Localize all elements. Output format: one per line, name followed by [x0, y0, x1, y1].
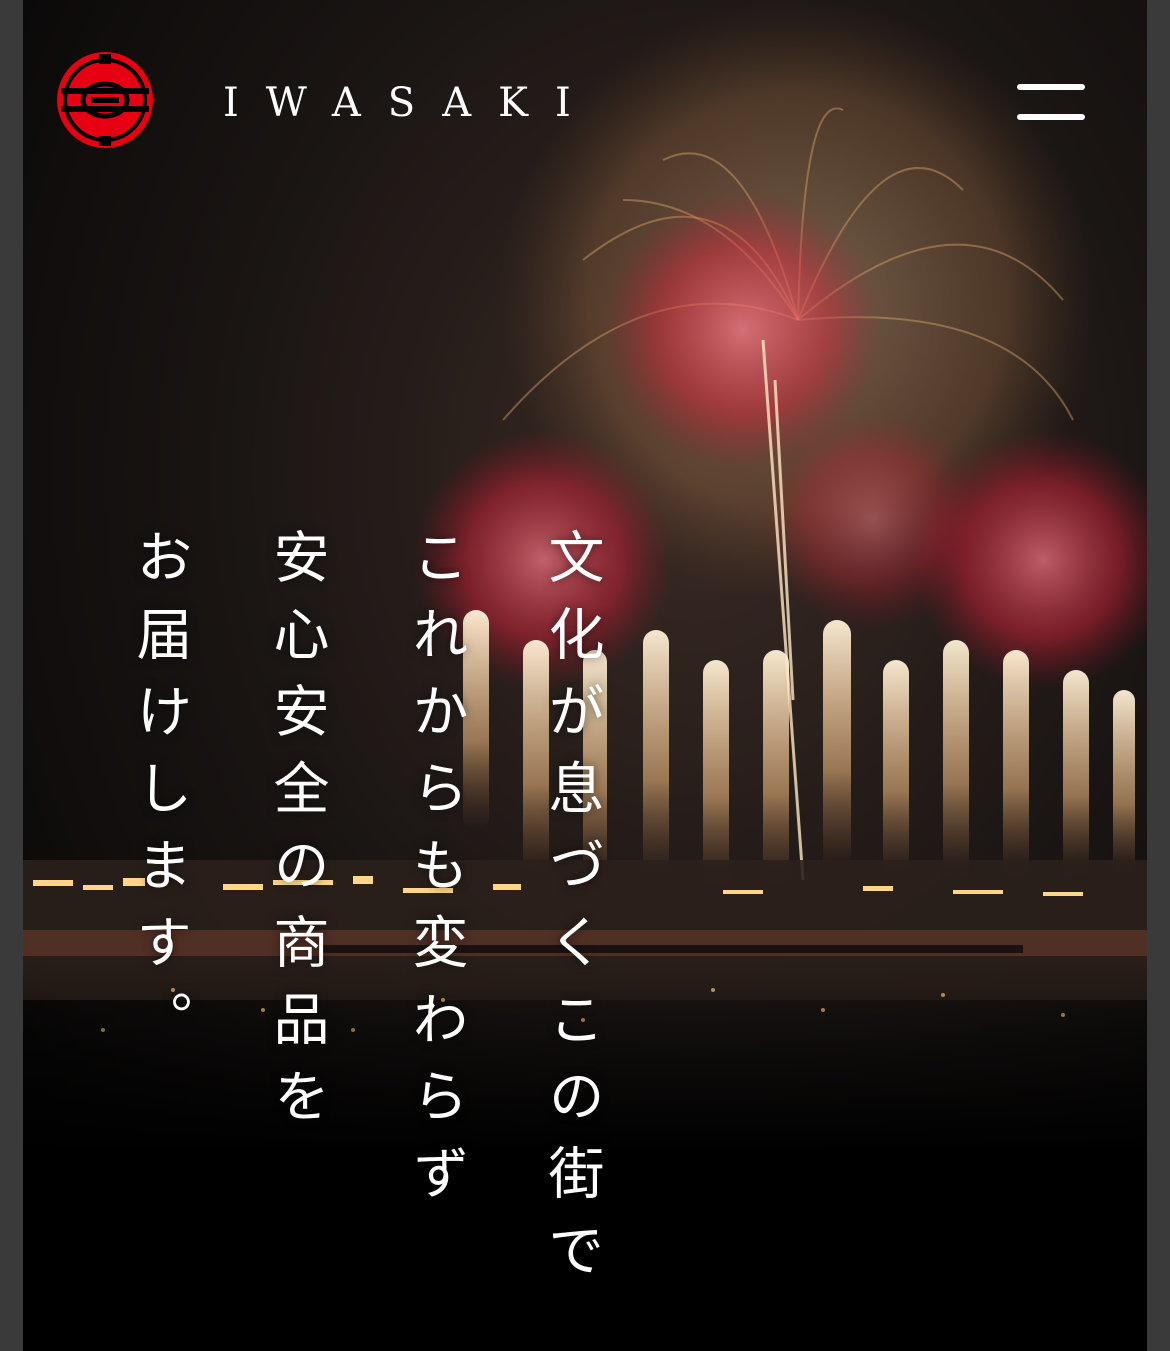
menu-bar-bottom — [1017, 114, 1085, 120]
menu-bar-top — [1017, 84, 1085, 90]
tagline-line-2: これからも変わらず — [403, 528, 468, 1221]
hamburger-menu-icon[interactable] — [1013, 80, 1089, 124]
iwasaki-crest-icon[interactable] — [53, 48, 157, 152]
tagline-line-1: 文化が息づくこの街で — [539, 528, 604, 1298]
page-frame: IWASAKI 文化が息づくこの街で これからも変わらず 安心安全の商品を お届… — [23, 0, 1147, 1351]
site-header: IWASAKI — [23, 0, 1147, 200]
tagline-line-3: 安心安全の商品を — [264, 528, 329, 1144]
brand-wordmark[interactable]: IWASAKI — [223, 78, 598, 128]
tagline-line-4: お届けします。 — [127, 528, 192, 1067]
